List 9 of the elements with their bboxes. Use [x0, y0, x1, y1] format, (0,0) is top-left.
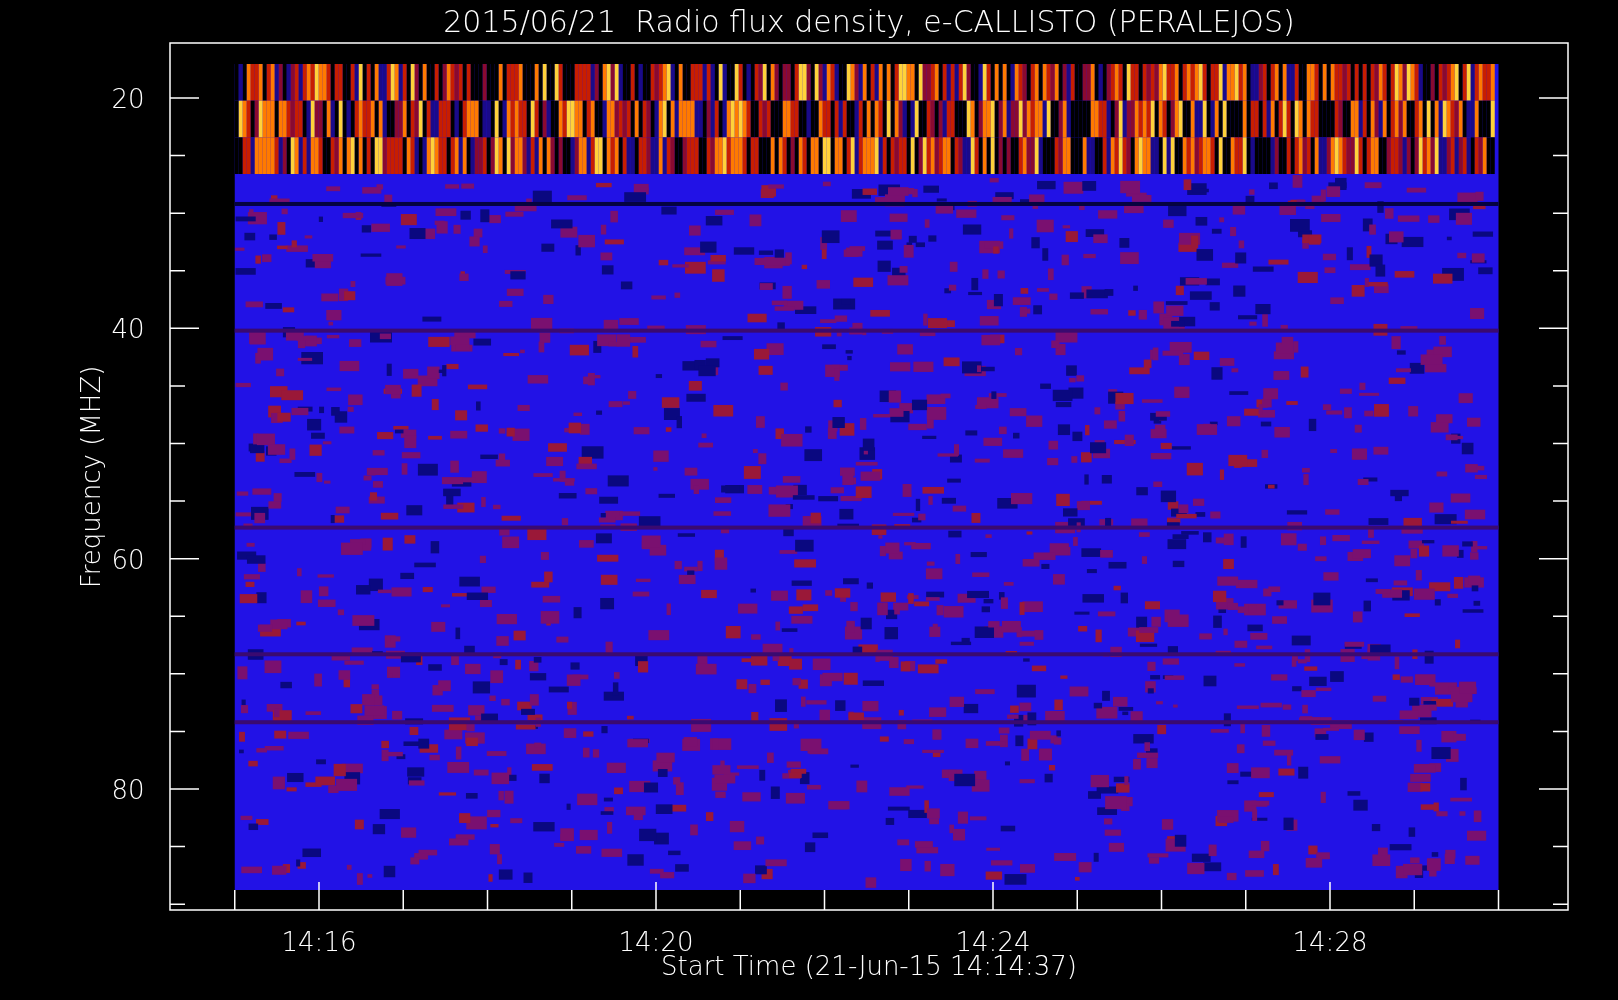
y-tick-label: 60 [111, 544, 145, 575]
y-axis-label: Frequency (MHZ) [76, 365, 106, 589]
y-tick-label: 40 [111, 314, 145, 345]
chart-title: 2015/06/21 Radio flux density, e-CALLISTO (PERALEJOS) [443, 4, 1295, 39]
x-tick-label: 14:16 [281, 927, 357, 957]
y-tick-label: 80 [111, 775, 145, 805]
y-tick-label: 20 [111, 84, 145, 114]
x-tick-label: 14:28 [1292, 927, 1368, 957]
x-axis-label: Start Time (21-Jun-15 14:14:37) [661, 951, 1077, 981]
